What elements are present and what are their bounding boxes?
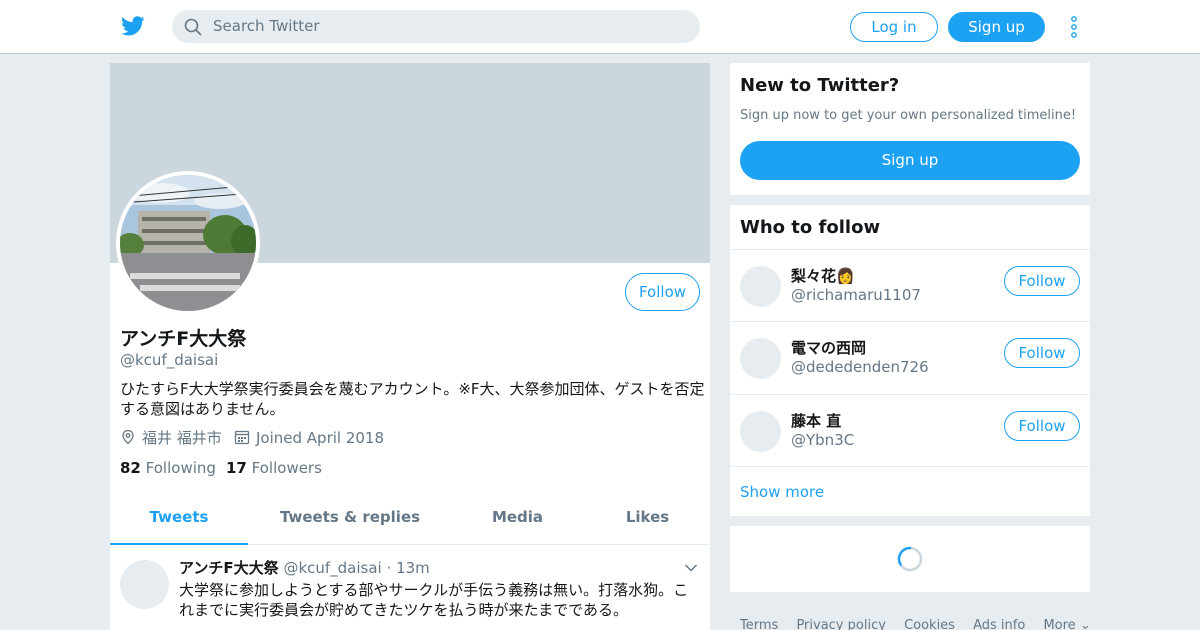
suggested-user-handle[interactable]: @dededenden726 <box>791 358 929 376</box>
footer-link-cookies[interactable]: Cookies <box>904 618 955 630</box>
profile-photo-image <box>120 175 256 311</box>
suggested-user-name[interactable]: 藤本 直 <box>791 411 841 431</box>
footer-link-privacy[interactable]: Privacy policy <box>796 618 885 630</box>
signup-button-large[interactable]: Sign up <box>740 141 1080 180</box>
suggested-user[interactable]: 梨々花👩 @richamaru1107 Follow <box>730 249 1090 322</box>
loading-panel <box>730 526 1090 592</box>
calendar-icon <box>234 430 250 445</box>
tweet-avatar[interactable] <box>120 560 169 609</box>
loading-spinner-icon <box>897 546 923 572</box>
follow-button[interactable]: Follow <box>1004 338 1080 368</box>
who-to-follow-panel: Who to follow 梨々花👩 @richamaru1107 Follow… <box>730 205 1090 516</box>
chevron-down-icon[interactable] <box>684 563 698 573</box>
footer-link-terms[interactable]: Terms <box>740 618 778 630</box>
follow-button[interactable]: Follow <box>625 273 700 311</box>
profile-joined-text: Joined April 2018 <box>256 429 385 447</box>
twitter-bird-icon[interactable] <box>120 14 146 38</box>
signup-button[interactable]: Sign up <box>948 12 1045 42</box>
tweet-text: 大学祭に参加しようとする部やサークルが手伝う義務は無い。打落水狗。これまでに実行… <box>179 581 689 619</box>
suggested-user-handle[interactable]: @Ybn3C <box>791 431 854 449</box>
tweet-author-handle[interactable]: @kcuf_daisai <box>283 559 381 577</box>
tab-tweets[interactable]: Tweets <box>110 495 248 545</box>
tweet-header: アンチF大大祭 @kcuf_daisai · 13m <box>179 558 430 578</box>
search-icon <box>184 18 202 36</box>
profile-tabs: Tweets Tweets & replies Media Likes <box>110 495 710 545</box>
show-more-link[interactable]: Show more <box>730 466 1090 516</box>
top-navigation-bar: Search Twitter Log in Sign up <box>0 0 1200 54</box>
tweet-item[interactable]: アンチF大大祭 @kcuf_daisai · 13m 大学祭に参加しようとする部… <box>110 545 710 630</box>
new-to-twitter-panel: New to Twitter? Sign up now to get your … <box>730 63 1090 195</box>
profile-card: Follow アンチF大大祭 @kcuf_daisai ひたすらF大大学祭実行委… <box>110 63 710 630</box>
location-pin-icon <box>122 429 134 445</box>
profile-avatar[interactable] <box>116 171 260 315</box>
footer-links: Terms Privacy policy Cookies Ads info Mo… <box>740 618 1105 630</box>
tweet-author-name[interactable]: アンチF大大祭 <box>179 559 279 577</box>
show-more-label[interactable]: Show more <box>740 483 824 501</box>
following-label: Following <box>145 459 216 477</box>
suggested-user[interactable]: 藤本 直 @Ybn3C Follow <box>730 394 1090 467</box>
tweet-time[interactable]: 13m <box>396 559 430 577</box>
suggested-user-avatar[interactable] <box>740 266 781 307</box>
followers-count: 17 <box>226 459 247 477</box>
suggested-user-name[interactable]: 電マの西岡 <box>791 338 866 358</box>
tab-tweets-replies[interactable]: Tweets & replies <box>270 495 430 545</box>
follow-button[interactable]: Follow <box>1004 411 1080 441</box>
footer-link-ads-info[interactable]: Ads info <box>973 618 1025 630</box>
login-button[interactable]: Log in <box>850 12 938 42</box>
suggested-user-avatar[interactable] <box>740 411 781 452</box>
profile-handle: @kcuf_daisai <box>120 351 219 369</box>
who-to-follow-title: Who to follow <box>740 217 881 238</box>
tab-likes[interactable]: Likes <box>600 495 695 545</box>
following-stat[interactable]: 82 Following <box>120 459 216 477</box>
more-options-icon[interactable] <box>1068 15 1080 39</box>
search-placeholder: Search Twitter <box>213 17 320 35</box>
followers-stat[interactable]: 17 Followers <box>226 459 322 477</box>
profile-bio: ひたすらF大大学祭実行委員会を蔑むアカウント。※F大、大祭参加団体、ゲストを否定… <box>120 380 705 418</box>
suggested-user-avatar[interactable] <box>740 338 781 379</box>
followers-label: Followers <box>251 459 322 477</box>
following-count: 82 <box>120 459 141 477</box>
profile-location-text: 福井 福井市 <box>142 429 222 447</box>
search-input[interactable]: Search Twitter <box>172 10 700 43</box>
new-to-twitter-subtitle: Sign up now to get your own personalized… <box>740 108 1077 123</box>
tweet-separator: · <box>386 559 392 577</box>
suggested-user[interactable]: 電マの西岡 @dededenden726 Follow <box>730 321 1090 394</box>
footer-link-more[interactable]: More ⌄ <box>1043 618 1090 630</box>
profile-joined: Joined April 2018 <box>234 428 384 448</box>
profile-name: アンチF大大祭 <box>120 328 247 350</box>
suggested-user-handle[interactable]: @richamaru1107 <box>791 286 921 304</box>
profile-stats: 82 Following 17 Followers <box>120 459 322 477</box>
new-to-twitter-title: New to Twitter? <box>740 75 900 96</box>
profile-location: 福井 福井市 <box>120 428 222 448</box>
suggested-user-name[interactable]: 梨々花👩 <box>791 266 855 286</box>
follow-button[interactable]: Follow <box>1004 266 1080 296</box>
tab-media[interactable]: Media <box>470 495 565 545</box>
